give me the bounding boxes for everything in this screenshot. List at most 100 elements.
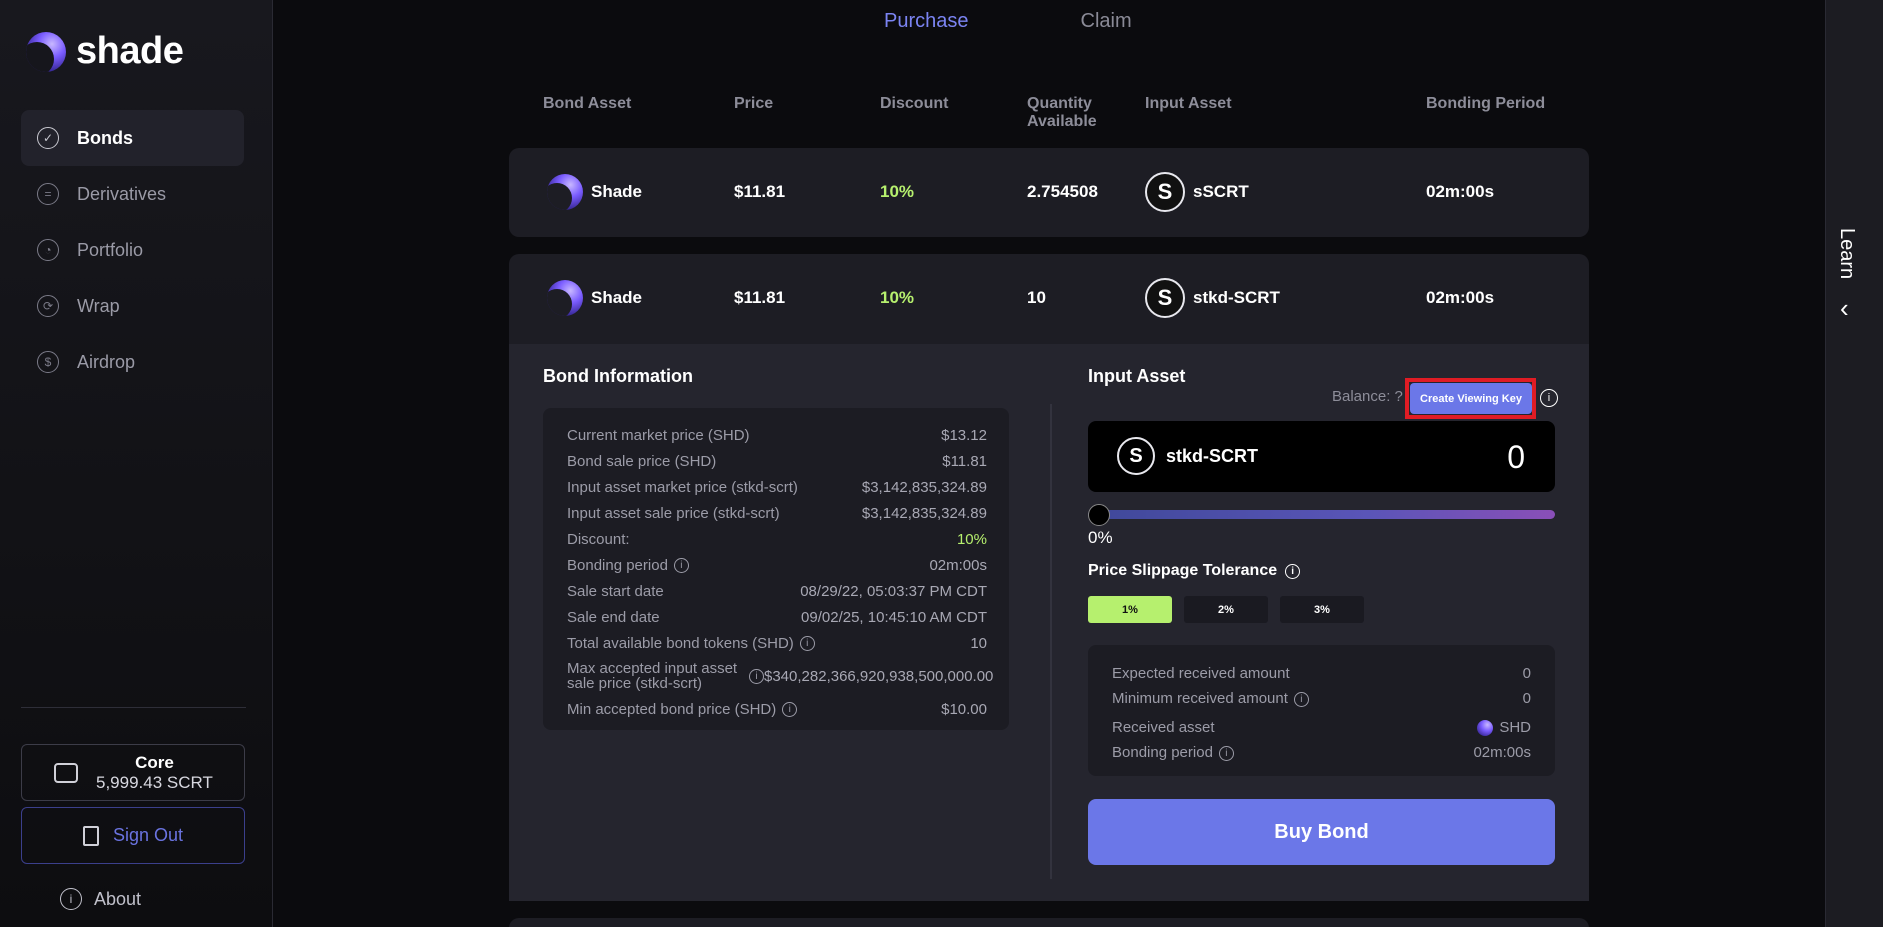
sidebar-divider <box>21 707 246 708</box>
shade-token-icon <box>547 280 583 316</box>
row-value: 10% <box>956 530 987 548</box>
slippage-option-1[interactable]: 1% <box>1088 596 1172 623</box>
sidebar-item-derivatives[interactable]: = Derivatives <box>21 166 244 222</box>
bond-info-row: Bond sale price (SHD) $11.81 <box>567 448 987 474</box>
shade-token-icon <box>1477 720 1494 737</box>
row-label: Bonding period <box>1112 744 1213 761</box>
tab-claim[interactable]: Claim <box>1081 10 1132 33</box>
row-value: 0 <box>1522 665 1531 682</box>
stkd-scrt-token-icon: S <box>1117 437 1155 475</box>
bond-quantity: 10 <box>1027 288 1046 307</box>
row-label: Current market price (SHD) <box>567 426 750 444</box>
bond-info-row: Input asset sale price (stkd-scrt) $3,142… <box>567 500 987 526</box>
bond-asset-name: Shade <box>591 182 643 201</box>
sidebar-item-label: Wrap <box>77 295 120 316</box>
bond-info-title: Bond Information <box>543 366 693 386</box>
info-icon[interactable]: i <box>1540 389 1558 407</box>
info-icon[interactable]: i <box>1285 563 1301 579</box>
info-icon[interactable]: i <box>673 558 689 574</box>
row-label: Bonding period <box>567 556 668 574</box>
row-value: $3,142,835,324.89 <box>861 504 987 522</box>
shade-logo[interactable]: shade <box>26 30 184 73</box>
bond-asset-name: Shade <box>591 288 643 307</box>
header-discount: Discount <box>880 95 949 112</box>
wallet-balance: 5,999.43 SCRT <box>96 772 213 792</box>
row-value: 02m:00s <box>1473 744 1531 761</box>
derivatives-icon: = <box>37 183 59 205</box>
info-icon[interactable]: i <box>749 668 764 684</box>
bonding-period: 02m:00s <box>1426 288 1495 307</box>
logo-text: shade <box>76 30 184 72</box>
row-value: 0 <box>1522 690 1531 707</box>
bond-row-expanded: Shade $11.81 10% 10 S stkd-SCRT 02m:00s … <box>509 254 1589 901</box>
shade-logo-icon <box>26 31 66 72</box>
sscrt-token-icon: S <box>1145 172 1185 212</box>
row-value: $13.12 <box>941 426 987 444</box>
row-label: Total available bond tokens (SHD) <box>567 634 794 652</box>
row-label: sale price (stkd-scrt) <box>567 675 703 692</box>
input-asset-name: sSCRT <box>1193 182 1249 201</box>
balance-label: Balance: ? <box>1332 388 1403 405</box>
bond-row[interactable] <box>509 918 1589 927</box>
sidebar-item-bonds[interactable]: ✓ Bonds <box>21 110 244 166</box>
row-label: Discount: <box>567 530 630 548</box>
row-label: Bond sale price (SHD) <box>567 452 717 470</box>
buy-bond-button[interactable]: Buy Bond <box>1088 799 1555 865</box>
sidebar-item-airdrop[interactable]: $ Airdrop <box>21 334 244 390</box>
info-icon[interactable]: i <box>799 636 815 652</box>
row-value: $11.81 <box>942 452 987 470</box>
summary-row: Bonding period i 02m:00s <box>1112 740 1531 765</box>
wallet-title: Core <box>135 752 174 772</box>
sidebar: shade ✓ Bonds = Derivatives ◔ Portfolio … <box>0 0 273 927</box>
amount-input[interactable]: 0 <box>1507 439 1525 476</box>
sign-out-button[interactable]: Sign Out <box>21 807 245 864</box>
info-icon[interactable]: i <box>782 702 798 718</box>
row-value: $10.00 <box>941 700 987 718</box>
slider-percent: 0% <box>1088 528 1113 547</box>
row-label: Input asset market price (stkd-scrt) <box>567 478 798 496</box>
sidebar-nav: ✓ Bonds = Derivatives ◔ Portfolio ⟳ Wrap… <box>21 110 244 390</box>
door-icon <box>82 825 99 846</box>
learn-drawer[interactable]: Learn ‹ <box>1825 0 1883 927</box>
row-value: 09/02/25, 10:45:10 AM CDT <box>801 608 987 626</box>
bond-row[interactable]: Shade $11.81 10% 10 S stkd-SCRT 02m:00s <box>509 254 1589 343</box>
header-price: Price <box>734 95 774 112</box>
bond-info-row: Min accepted bond price (SHD) i $10.00 <box>567 696 987 722</box>
learn-label: Learn <box>1836 228 1858 280</box>
amount-input-box[interactable]: S stkd-SCRT 0 <box>1088 421 1555 492</box>
wallet-card[interactable]: Core 5,999.43 SCRT <box>21 744 245 801</box>
row-label: Received asset <box>1112 719 1215 736</box>
row-value: $3,142,835,324.89 <box>861 478 987 496</box>
amount-slider-thumb[interactable] <box>1088 504 1110 526</box>
header-bonding-period: Bonding Period <box>1426 95 1546 112</box>
bond-price: $11.81 <box>734 288 786 307</box>
bond-info-row: Bonding period i 02m:00s <box>567 552 987 578</box>
sidebar-item-wrap[interactable]: ⟳ Wrap <box>21 278 244 334</box>
slippage-title-label: Price Slippage Tolerance <box>1088 562 1278 579</box>
stkd-scrt-token-icon: S <box>1145 278 1185 318</box>
info-icon[interactable]: i <box>1293 691 1309 707</box>
sign-out-label: Sign Out <box>112 825 184 845</box>
summary-row: Received asset SHD <box>1112 715 1531 740</box>
tab-purchase[interactable]: Purchase <box>884 10 969 33</box>
slippage-option-3[interactable]: 3% <box>1280 596 1364 623</box>
bond-info-box: Current market price (SHD) $13.12 Bond sa… <box>543 408 1009 730</box>
bonding-period: 02m:00s <box>1426 182 1495 201</box>
slippage-option-2[interactable]: 2% <box>1184 596 1268 623</box>
sidebar-item-portfolio[interactable]: ◔ Portfolio <box>21 222 244 278</box>
slippage-title: Price Slippage Tolerance i <box>1088 562 1301 580</box>
amount-slider-track[interactable] <box>1088 510 1555 519</box>
sidebar-item-label: Bonds <box>77 127 133 148</box>
header-quantity-line2: Available <box>1027 113 1097 130</box>
row-value: SHD <box>1499 718 1531 736</box>
bond-discount: 10% <box>880 288 915 307</box>
create-viewing-key-button[interactable]: Create Viewing Key <box>1410 383 1532 414</box>
about-link[interactable]: i About <box>60 888 141 910</box>
info-icon[interactable]: i <box>1218 745 1234 761</box>
row-value: 02m:00s <box>929 556 987 574</box>
bond-info-row: Sale start date 08/29/22, 05:03:37 PM CDT <box>567 578 987 604</box>
bond-row[interactable]: Shade $11.81 10% 2.754508 S sSCRT 02m:00… <box>509 148 1589 237</box>
row-value: 08/29/22, 05:03:37 PM CDT <box>800 582 987 600</box>
chevron-left-icon[interactable]: ‹ <box>1840 293 1849 324</box>
row-value: $340,282,366,920,938,500,000.00 <box>764 667 994 685</box>
